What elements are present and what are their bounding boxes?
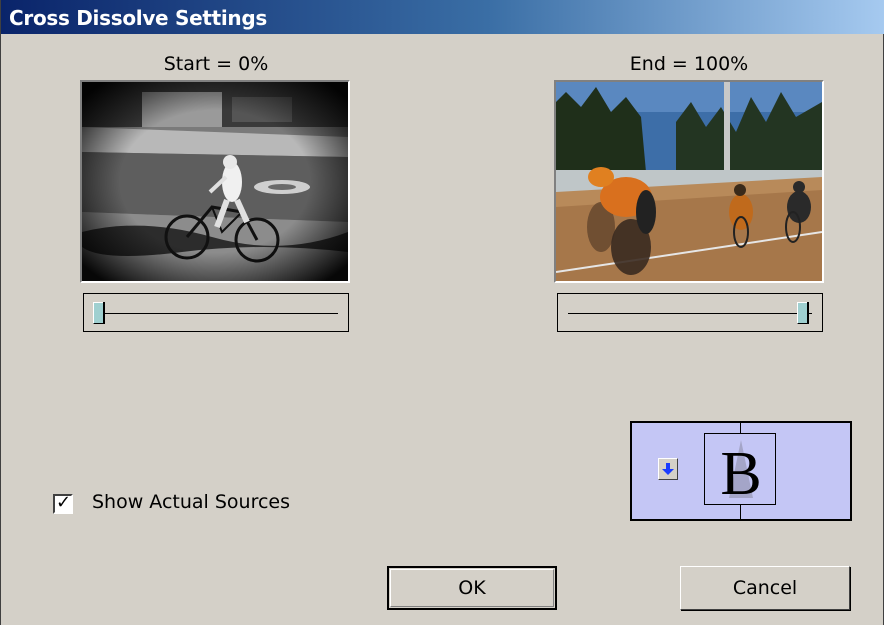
start-slider-track <box>94 313 338 314</box>
ok-button-label: OK <box>458 577 486 599</box>
show-actual-sources-label[interactable]: Show Actual Sources <box>92 491 290 513</box>
end-label: End = 100% <box>629 53 749 75</box>
start-label: Start = 0% <box>163 53 269 75</box>
cancel-button[interactable]: Cancel <box>680 566 850 610</box>
end-preview-image <box>554 80 824 283</box>
end-slider[interactable] <box>557 293 823 332</box>
title-bar[interactable]: Cross Dissolve Settings <box>1 0 884 34</box>
ok-button[interactable]: OK <box>387 566 557 610</box>
end-slider-thumb[interactable] <box>797 302 809 324</box>
show-actual-sources-checkbox[interactable]: ✓ <box>53 492 73 514</box>
down-arrow-icon <box>662 463 674 475</box>
transition-letter-frame: B <box>704 433 776 505</box>
cross-dissolve-dialog: Cross Dissolve Settings Start = 0% End =… <box>0 0 884 625</box>
start-slider-thumb[interactable] <box>93 302 105 324</box>
start-preview-image <box>80 80 350 283</box>
window-title: Cross Dissolve Settings <box>9 6 267 30</box>
checkmark-icon: ✓ <box>56 492 72 513</box>
cancel-button-label: Cancel <box>732 577 798 599</box>
direction-line-top <box>740 423 741 433</box>
end-slider-track <box>568 313 812 314</box>
direction-toggle-button[interactable] <box>658 458 678 480</box>
transition-letter-b: B <box>720 440 761 504</box>
direction-line-bottom <box>740 505 741 519</box>
transition-direction-box: B <box>630 421 852 521</box>
start-slider[interactable] <box>83 293 349 332</box>
